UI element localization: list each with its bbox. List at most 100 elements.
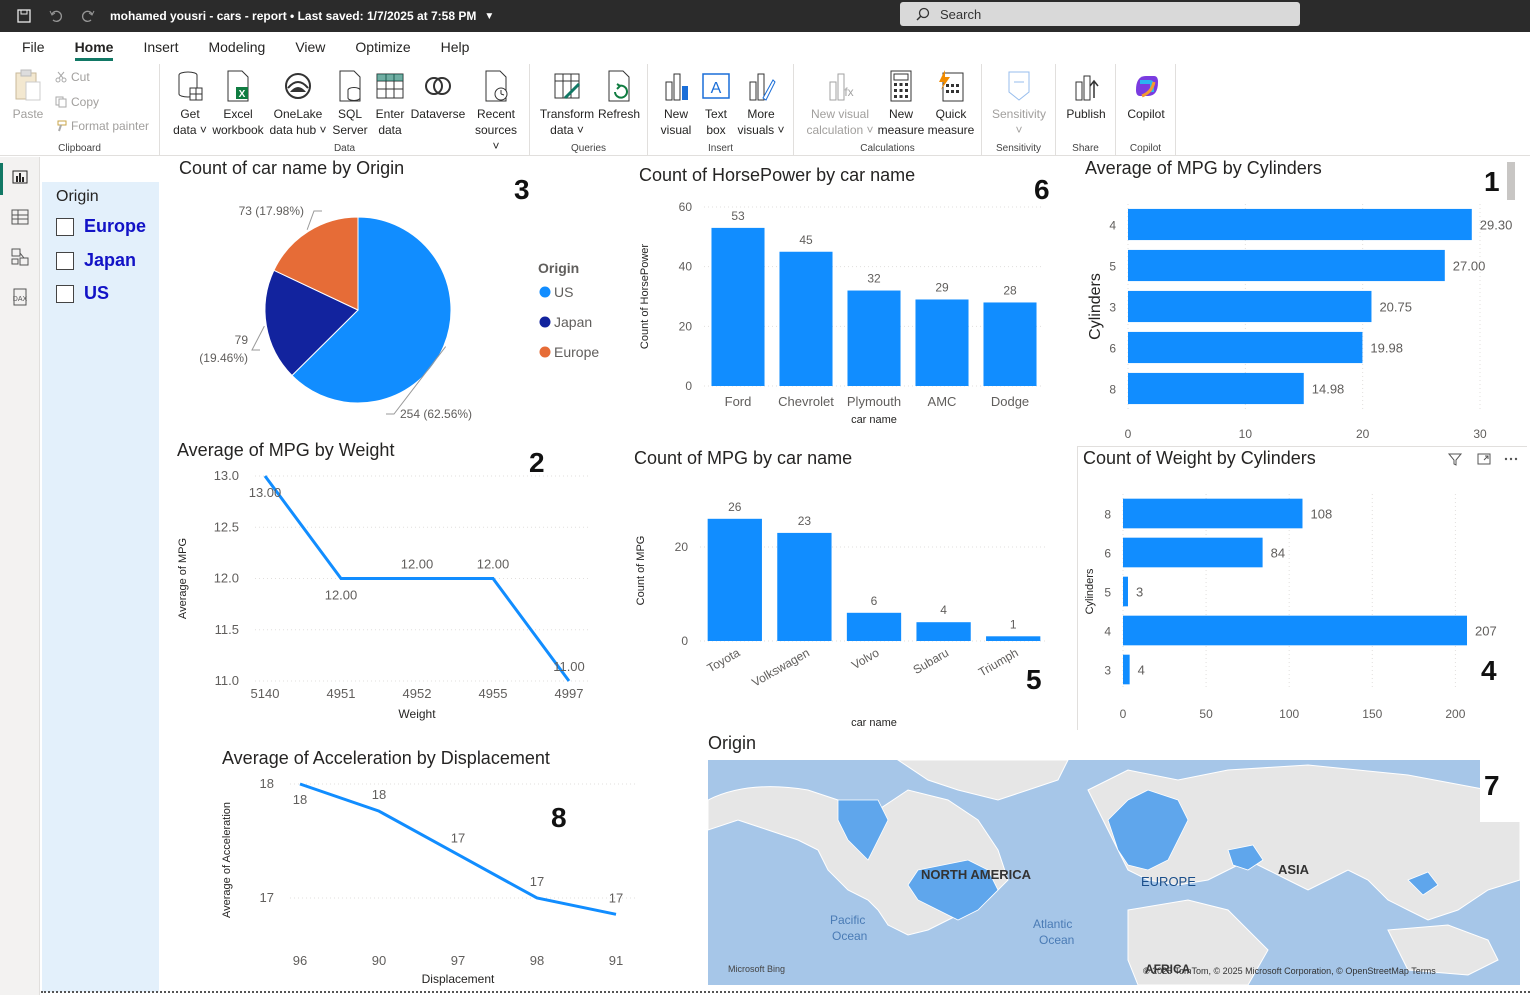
visual-number-7: 7 xyxy=(1484,770,1500,801)
sensitivity-button[interactable]: Sensitivity ˅ xyxy=(988,68,1050,138)
pie-data-label: (19.46%) xyxy=(199,351,248,365)
y-axis-title: Cylinders xyxy=(1087,273,1104,340)
bar xyxy=(1128,208,1472,241)
text-box-button[interactable]: A Text box xyxy=(696,68,736,138)
recent-sources-button[interactable]: Recent sources ˅ xyxy=(470,68,522,154)
pie-legend-marker-japan xyxy=(539,316,551,328)
bar-data-label: 20.75 xyxy=(1379,300,1412,315)
visual-calculation-icon: fx xyxy=(829,73,854,101)
copilot-icon xyxy=(1136,76,1158,98)
bar-data-label: 32 xyxy=(867,272,881,286)
slicer-item-us[interactable]: US xyxy=(56,283,109,304)
pie-legend-title: Origin xyxy=(538,260,579,276)
menu-home[interactable]: Home xyxy=(74,32,113,64)
slicer-item-japan[interactable]: Japan xyxy=(56,250,136,271)
bar xyxy=(777,532,832,641)
publish-button[interactable]: Publish xyxy=(1062,68,1110,122)
x-tick-label: 97 xyxy=(451,953,465,968)
get-data-button[interactable]: Get data ˅ xyxy=(168,68,212,138)
canvas-bottom-border xyxy=(41,991,1530,993)
y-tick-label: 13.0 xyxy=(214,468,239,483)
model-view-icon[interactable] xyxy=(8,245,32,269)
focus-mode-icon[interactable] xyxy=(1476,451,1492,467)
y-tick-label: 8 xyxy=(1104,508,1111,522)
new-measure-button[interactable]: New measure xyxy=(876,68,926,138)
dax-query-view-icon[interactable]: DAX xyxy=(8,285,32,309)
x-tick-label: 4952 xyxy=(403,686,432,701)
calculator-icon xyxy=(890,70,912,102)
mpg-weight-chart-title: Average of MPG by Weight xyxy=(177,440,395,460)
cut-button[interactable]: Cut xyxy=(55,70,90,84)
ribbon-group-queries: Transform data ˅ Refresh Queries xyxy=(530,64,648,156)
bar xyxy=(779,251,833,386)
quick-measure-button[interactable]: Quick measure xyxy=(926,68,976,138)
refresh-button[interactable]: Refresh xyxy=(596,68,642,122)
onelake-data-hub-button[interactable]: OneLake data hub ˅ xyxy=(266,68,330,138)
bar xyxy=(1123,537,1263,568)
table-view-icon[interactable] xyxy=(8,205,32,229)
bar-data-label: 14.98 xyxy=(1312,382,1345,397)
title-bar: mohamed yousri - cars - report • Last sa… xyxy=(0,0,1530,32)
sql-server-button[interactable]: SQL Server xyxy=(330,68,370,138)
weight-cylinders-bar-chart: 0 50 100 150 200 108 8 84 6 3 5 207 4 4 3 Cylinders xyxy=(1084,494,1497,721)
transform-data-button[interactable]: Transform data ˅ xyxy=(538,68,596,138)
x-tick-label: 50 xyxy=(1199,707,1213,721)
checkbox[interactable] xyxy=(56,284,74,303)
ribbon-group-label: Sensitivity xyxy=(995,143,1041,154)
undo-icon[interactable] xyxy=(48,8,64,24)
left-nav: DAX xyxy=(0,157,40,995)
map-label-europe: EUROPE xyxy=(1141,874,1196,889)
dataverse-button[interactable]: Dataverse xyxy=(408,68,468,122)
more-visuals-button[interactable]: More visuals ˅ xyxy=(736,68,786,138)
filter-icon[interactable] xyxy=(1447,451,1463,467)
search-input[interactable]: Search xyxy=(900,2,1300,26)
copilot-button[interactable]: Copilot xyxy=(1122,68,1170,122)
report-view-icon[interactable] xyxy=(8,165,32,189)
x-tick-label: 4997 xyxy=(555,686,584,701)
map-attribution[interactable]: © 2025 TomTom, © 2025 Microsoft Corporat… xyxy=(1143,966,1436,976)
redo-icon[interactable] xyxy=(80,8,96,24)
mpg-carname-bar-chart: 0 20 26 Toyota 23 Volkswagen 6 Volvo 4 Subaru 1 Tri… xyxy=(635,500,1048,729)
checkbox[interactable] xyxy=(56,251,74,270)
checkbox[interactable] xyxy=(56,217,74,236)
format-painter-button[interactable]: Format painter xyxy=(55,119,149,133)
y-tick-label: 0 xyxy=(685,379,692,393)
point-data-label: 17 xyxy=(530,874,544,889)
pie-legend-label-japan: Japan xyxy=(554,314,592,330)
save-icon[interactable] xyxy=(16,8,32,24)
transform-data-icon xyxy=(554,73,581,100)
database-icon xyxy=(178,71,203,101)
x-tick-label: 4951 xyxy=(327,686,356,701)
enter-data-button[interactable]: Enter data xyxy=(370,68,410,138)
paste-button[interactable]: Paste xyxy=(8,68,48,122)
pie-data-label: 254 (62.56%) xyxy=(400,407,472,421)
ribbon-group-calculations: fx New visual calculation ˅ New measure Qu… xyxy=(794,64,982,156)
more-options-icon[interactable] xyxy=(1503,451,1519,467)
new-visual-button[interactable]: New visual xyxy=(656,68,696,138)
copy-button[interactable]: Copy xyxy=(55,95,99,109)
origin-map[interactable]: NORTH AMERICA EUROPE ASIA Pacific Ocean … xyxy=(708,760,1520,985)
menu-help[interactable]: Help xyxy=(441,32,470,64)
bar-data-label: 4 xyxy=(940,603,947,617)
acceleration-chart-title: Average of Acceleration by Displacement xyxy=(222,748,550,768)
menu-insert[interactable]: Insert xyxy=(143,32,178,64)
menu-file[interactable]: File xyxy=(22,32,45,64)
horsepower-bar-chart: 0 20 40 60 53 Ford 45 Chevrolet 32 Plymouth 29 AMC 2… xyxy=(639,200,1044,426)
excel-workbook-button[interactable]: X Excel workbook xyxy=(210,68,266,138)
quick-measure-icon xyxy=(939,70,964,102)
y-tick-label: 12.0 xyxy=(214,571,239,586)
paste-icon xyxy=(15,69,41,101)
menu-modeling[interactable]: Modeling xyxy=(208,32,265,64)
chevron-down-icon[interactable]: ▼ xyxy=(484,11,494,22)
new-visual-calculation-button[interactable]: fx New visual calculation ˅ xyxy=(802,68,878,138)
point-data-label: 18 xyxy=(293,792,307,807)
slicer-item-europe[interactable]: Europe xyxy=(56,216,146,237)
y-tick-label: 4 xyxy=(1109,219,1116,233)
refresh-icon xyxy=(608,70,630,102)
ribbon-group-label: Data xyxy=(333,143,356,154)
point-data-label: 12.00 xyxy=(401,557,434,572)
nav-selected-indicator xyxy=(0,163,3,195)
menu-view[interactable]: View xyxy=(295,32,325,64)
menu-optimize[interactable]: Optimize xyxy=(355,32,410,64)
acceleration-line-chart: 17 18 18 96 18 90 17 97 17 98 17 91 Displacement Aver… xyxy=(221,776,636,986)
